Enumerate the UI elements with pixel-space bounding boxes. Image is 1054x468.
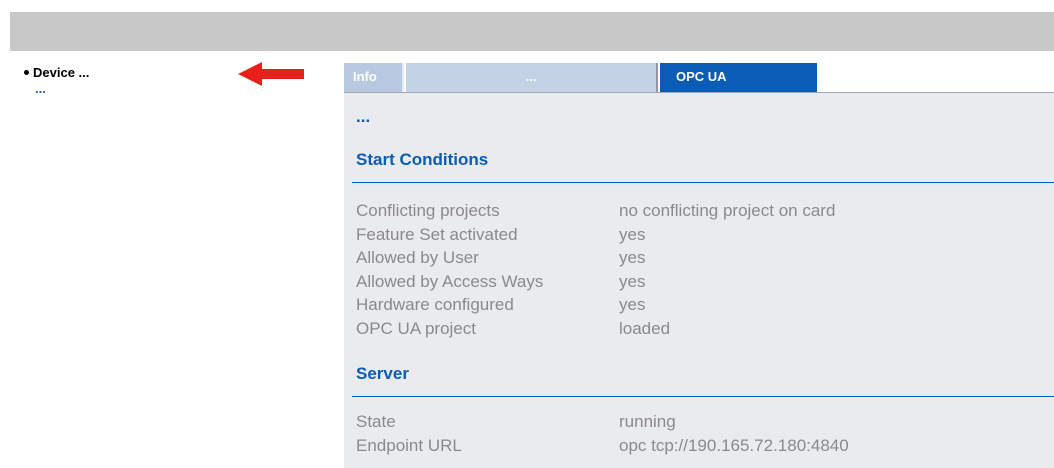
nav-item-sub[interactable]: ... <box>35 82 244 96</box>
device-nav: Device ... ... <box>24 64 244 96</box>
row-label: Feature Set activated <box>356 224 518 244</box>
table-row: OPC UA project loaded <box>356 317 1039 341</box>
table-row: Hardware configured yes <box>356 293 1039 317</box>
row-value: no conflicting project on card <box>619 201 836 220</box>
table-row: Allowed by User yes <box>356 246 1039 270</box>
server-table: State running Endpoint URL opc tcp://190… <box>356 410 1039 457</box>
bullet-icon <box>24 70 29 76</box>
page: Device ... ... Info ... OPC UA ... Start… <box>0 0 1054 468</box>
nav-item-device[interactable]: Device ... <box>24 64 244 82</box>
row-label: OPC UA project <box>356 318 476 338</box>
top-bar <box>10 12 1054 51</box>
row-label: Endpoint URL <box>356 435 462 455</box>
tab-more[interactable]: ... <box>406 63 658 92</box>
table-row: Conflicting projects no conflicting proj… <box>356 199 1039 223</box>
row-value: yes <box>619 295 646 315</box>
tab-bar: Info ... OPC UA <box>344 63 1054 93</box>
row-value: loaded <box>619 318 671 338</box>
row-value: yes <box>619 224 646 244</box>
tab-info[interactable]: Info <box>344 63 404 92</box>
row-value: running <box>619 412 676 431</box>
table-row: Endpoint URL opc tcp://190.165.72.180:48… <box>356 434 1039 458</box>
row-label: Allowed by Access Ways <box>356 271 544 291</box>
section-divider <box>352 182 1054 183</box>
left-arrow-icon <box>238 62 304 86</box>
start-conditions-table: Conflicting projects no conflicting proj… <box>356 199 1039 341</box>
row-label: Hardware configured <box>356 295 514 315</box>
nav-item-device-label: Device ... <box>33 65 90 80</box>
row-label: State <box>356 412 396 431</box>
table-row: State running <box>356 410 1039 434</box>
row-value: yes <box>619 271 646 291</box>
row-label: Allowed by User <box>356 248 479 268</box>
panel-intro: ... <box>356 107 371 126</box>
row-value: opc tcp://190.165.72.180:4840 <box>619 435 849 455</box>
tab-opc-ua[interactable]: OPC UA <box>660 63 817 92</box>
table-row: Allowed by Access Ways yes <box>356 270 1039 294</box>
table-row: Feature Set activated yes <box>356 223 1039 247</box>
section-title-server: Server <box>356 364 409 383</box>
section-divider <box>352 396 1054 397</box>
opc-ua-panel: ... Start Conditions Conflicting project… <box>344 93 1054 468</box>
row-value: yes <box>619 248 646 268</box>
row-label: Conflicting projects <box>356 201 500 220</box>
section-title-start-conditions: Start Conditions <box>356 150 489 169</box>
